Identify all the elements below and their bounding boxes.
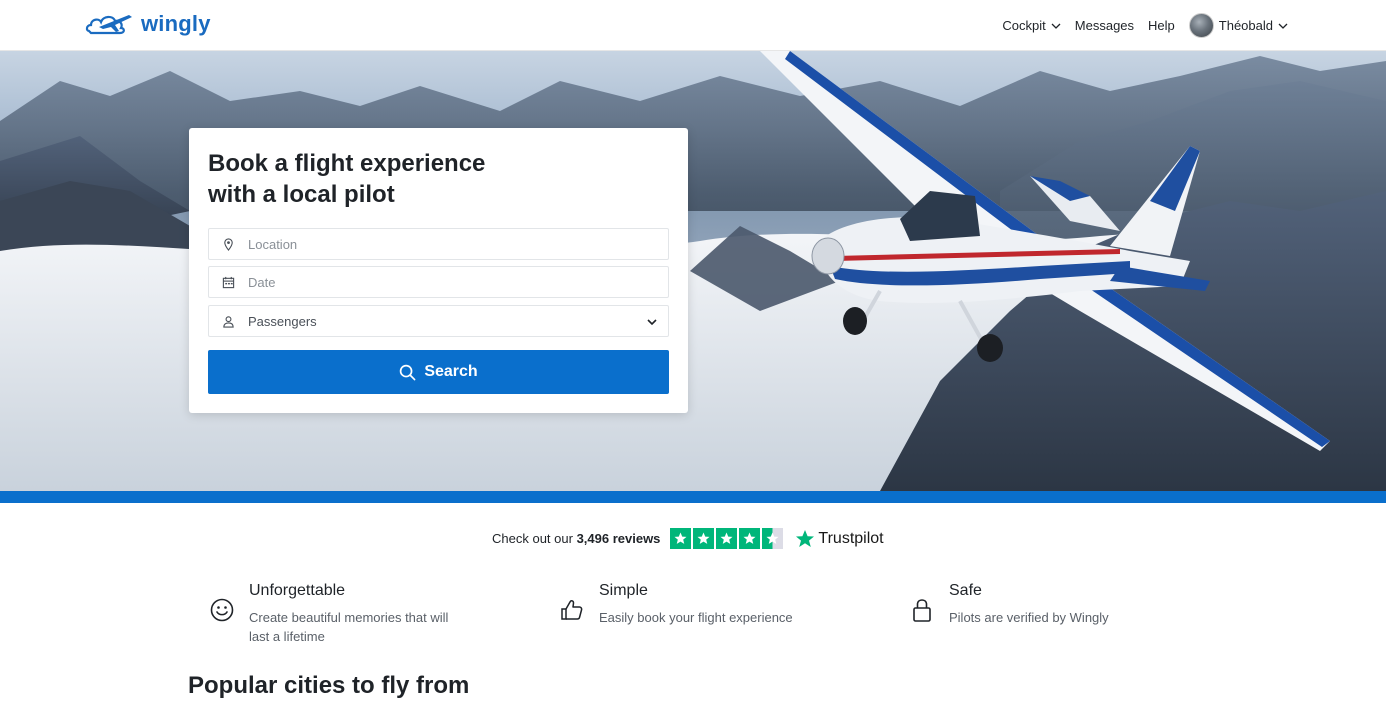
search-card-title: Book a flight experience with a local pi…: [208, 148, 608, 210]
trustpilot-banner[interactable]: Check out our 3,496 reviews Trustpilot: [492, 528, 884, 549]
search-card: Book a flight experience with a local pi…: [189, 128, 688, 413]
search-icon: [400, 364, 416, 380]
feature-text-block: Simple Easily book your flight experienc…: [599, 581, 809, 627]
hero-bottom-strip: [0, 491, 1386, 503]
feature-text-block: Unforgettable Create beautiful memories …: [249, 581, 459, 646]
top-nav: Cockpit Messages Help Théobald: [1002, 0, 1288, 51]
feature-text-block: Safe Pilots are verified by Wingly: [949, 581, 1159, 627]
chevron-down-icon: [1051, 23, 1061, 29]
location-placeholder: Location: [248, 236, 298, 252]
trustpilot-brand: Trustpilot: [818, 529, 884, 547]
search-button-label: Search: [424, 363, 478, 380]
feature-title: Simple: [599, 582, 648, 599]
feature-simple: Simple Easily book your flight experienc…: [559, 581, 809, 627]
search-button[interactable]: Search: [208, 350, 669, 394]
half-star-icon: [762, 528, 784, 549]
feature-description: Pilots are verified by Wingly: [949, 610, 1109, 625]
star-icon: [739, 528, 761, 549]
plane-cloud-logo-icon: [85, 15, 132, 35]
logo-text: wingly: [141, 11, 211, 36]
lock-icon: [913, 599, 931, 622]
trustpilot-prefix: Check out our: [492, 531, 573, 546]
top-header: wingly Cockpit Messages Help Théobald: [0, 0, 1386, 51]
passengers-select[interactable]: Passengers: [208, 305, 669, 337]
trustpilot-star-icon: [796, 529, 815, 547]
person-icon: [223, 315, 234, 328]
feature-title: Safe: [949, 582, 982, 599]
nav-messages[interactable]: Messages: [1075, 18, 1134, 33]
nav-messages-label: Messages: [1074, 18, 1135, 33]
star-icon: [670, 528, 692, 549]
nav-cockpit[interactable]: Cockpit: [1002, 18, 1061, 33]
user-name: Théobald: [1218, 18, 1273, 33]
avatar: [1188, 13, 1214, 38]
smiley-icon: [210, 598, 234, 622]
wingly-logo[interactable]: wingly: [85, 9, 211, 39]
trustpilot-text: Check out our 3,496 reviews: [492, 531, 660, 546]
nav-cockpit-label: Cockpit: [1002, 18, 1046, 33]
feature-safe: Safe Pilots are verified by Wingly: [909, 581, 1159, 627]
nav-help-label: Help: [1148, 18, 1175, 33]
feature-description: Create beautiful memories that will last…: [249, 610, 449, 644]
trustpilot-logo: Trustpilot: [795, 529, 884, 549]
popular-cities-title: Popular cities to fly from: [188, 672, 470, 699]
star-icon: [693, 528, 715, 549]
nav-help[interactable]: Help: [1148, 18, 1175, 33]
feature-description: Easily book your flight experience: [599, 610, 793, 625]
chevron-down-icon: [647, 319, 657, 326]
date-placeholder: Date: [248, 274, 276, 290]
calendar-icon: [222, 276, 235, 288]
nav-user-menu[interactable]: Théobald: [1188, 13, 1288, 38]
star-icon: [716, 528, 738, 549]
title-line-2: with a local pilot: [208, 181, 395, 208]
map-pin-icon: [224, 237, 233, 251]
location-input[interactable]: Location: [208, 228, 669, 260]
date-input[interactable]: Date: [208, 266, 669, 298]
trustpilot-review-count: 3,496 reviews: [576, 531, 661, 546]
feature-unforgettable: Unforgettable Create beautiful memories …: [209, 581, 459, 646]
chevron-down-icon: [1278, 23, 1288, 29]
trustpilot-stars: [670, 528, 784, 549]
passengers-label: Passengers: [248, 313, 317, 329]
title-line-1: Book a flight experience: [208, 150, 486, 177]
thumbs-up-icon: [561, 600, 583, 620]
feature-title: Unforgettable: [249, 582, 346, 599]
